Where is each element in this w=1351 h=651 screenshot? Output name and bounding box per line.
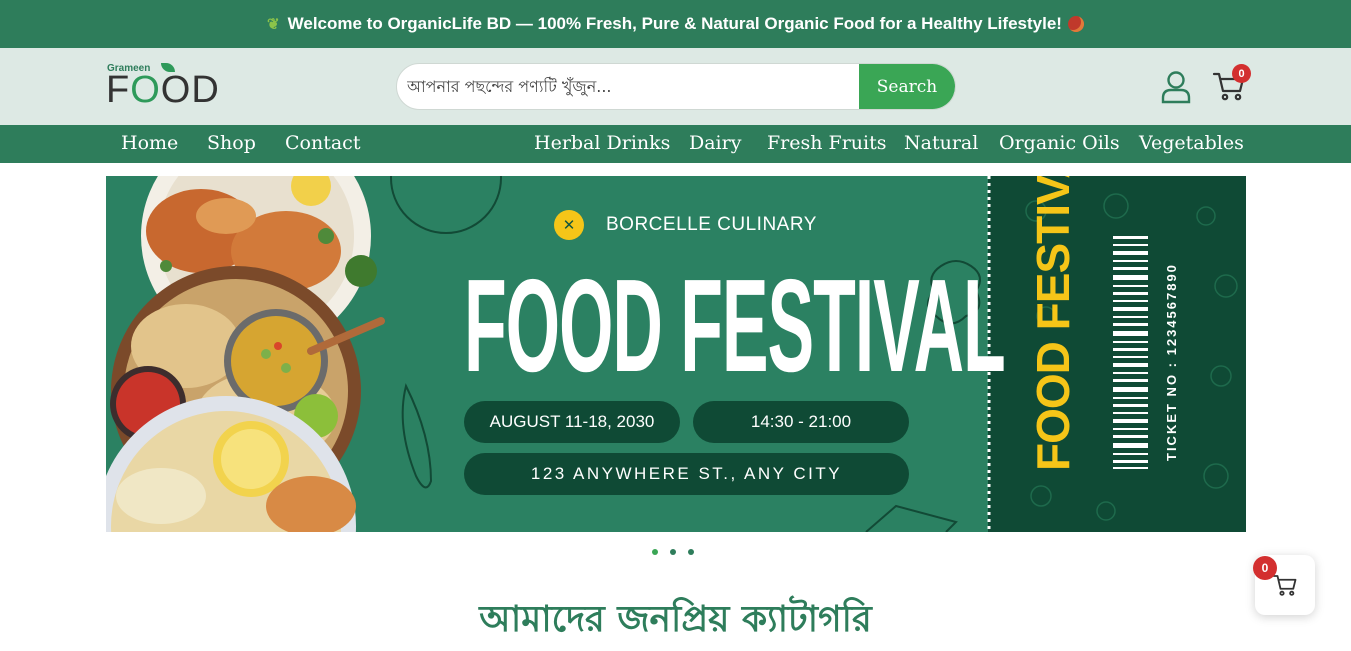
nav-fresh-fruits[interactable]: Fresh Fruits bbox=[767, 132, 887, 154]
search-form: Search bbox=[396, 63, 956, 110]
banner-address: 123 ANYWHERE ST., ANY CITY bbox=[464, 453, 909, 495]
section-title: আমাদের জনপ্রিয় ক্যাটাগরি bbox=[479, 599, 872, 640]
leaf-icon: ❦ bbox=[267, 16, 280, 33]
floating-cart-icon bbox=[1272, 575, 1297, 596]
banner-time: 14:30 - 21:00 bbox=[693, 401, 909, 443]
hero-banner[interactable]: ✕ BORCELLE CULINARY FOOD FESTIVAL AUGUST… bbox=[106, 176, 1246, 532]
floating-cart-badge: 0 bbox=[1253, 556, 1277, 580]
banner-brand-text: BORCELLE CULINARY bbox=[606, 214, 817, 235]
slider-dot-3[interactable] bbox=[688, 549, 694, 555]
cart-count-badge: 0 bbox=[1232, 64, 1251, 83]
stub-title: FOOD FESTIVAL bbox=[1027, 176, 1079, 471]
nav-organic-oils[interactable]: Organic Oils bbox=[999, 132, 1120, 154]
nav-shop[interactable]: Shop bbox=[207, 132, 256, 154]
ticket-number: TICKET NO : 1234567890 bbox=[1164, 263, 1179, 461]
site-logo[interactable]: Grameen FOOD bbox=[106, 63, 221, 113]
nav-herbal-drinks[interactable]: Herbal Drinks bbox=[534, 132, 670, 154]
nav-dairy[interactable]: Dairy bbox=[689, 132, 741, 154]
banner-brand: ✕ BORCELLE CULINARY bbox=[554, 210, 817, 240]
main-nav: Home Shop Contact Herbal Drinks Dairy Fr… bbox=[0, 125, 1351, 163]
food-plates-illustration bbox=[106, 176, 385, 532]
banner-date: AUGUST 11-18, 2030 bbox=[464, 401, 680, 443]
search-input[interactable] bbox=[397, 64, 859, 109]
user-icon[interactable] bbox=[1160, 70, 1192, 104]
banner-title: FOOD FESTIVAL bbox=[464, 252, 1006, 399]
nav-home[interactable]: Home bbox=[121, 132, 178, 154]
nav-vegetables[interactable]: Vegetables bbox=[1139, 132, 1244, 154]
nav-contact[interactable]: Contact bbox=[285, 132, 360, 154]
logo-wordmark: FOOD bbox=[106, 69, 220, 111]
search-button[interactable]: Search bbox=[859, 64, 955, 109]
fork-knife-icon: ✕ bbox=[554, 210, 584, 240]
announcement-text: Welcome to OrganicLife BD — 100% Fresh, … bbox=[287, 14, 1062, 33]
fruit-icon bbox=[1067, 16, 1084, 32]
slider-dot-2[interactable] bbox=[670, 549, 676, 555]
site-header: Grameen FOOD Search bbox=[0, 48, 1351, 125]
announcement-bar: ❦ Welcome to OrganicLife BD — 100% Fresh… bbox=[0, 0, 1351, 48]
slider-dots bbox=[652, 549, 694, 555]
slider-dot-1[interactable] bbox=[652, 549, 658, 555]
nav-natural[interactable]: Natural bbox=[904, 132, 978, 154]
